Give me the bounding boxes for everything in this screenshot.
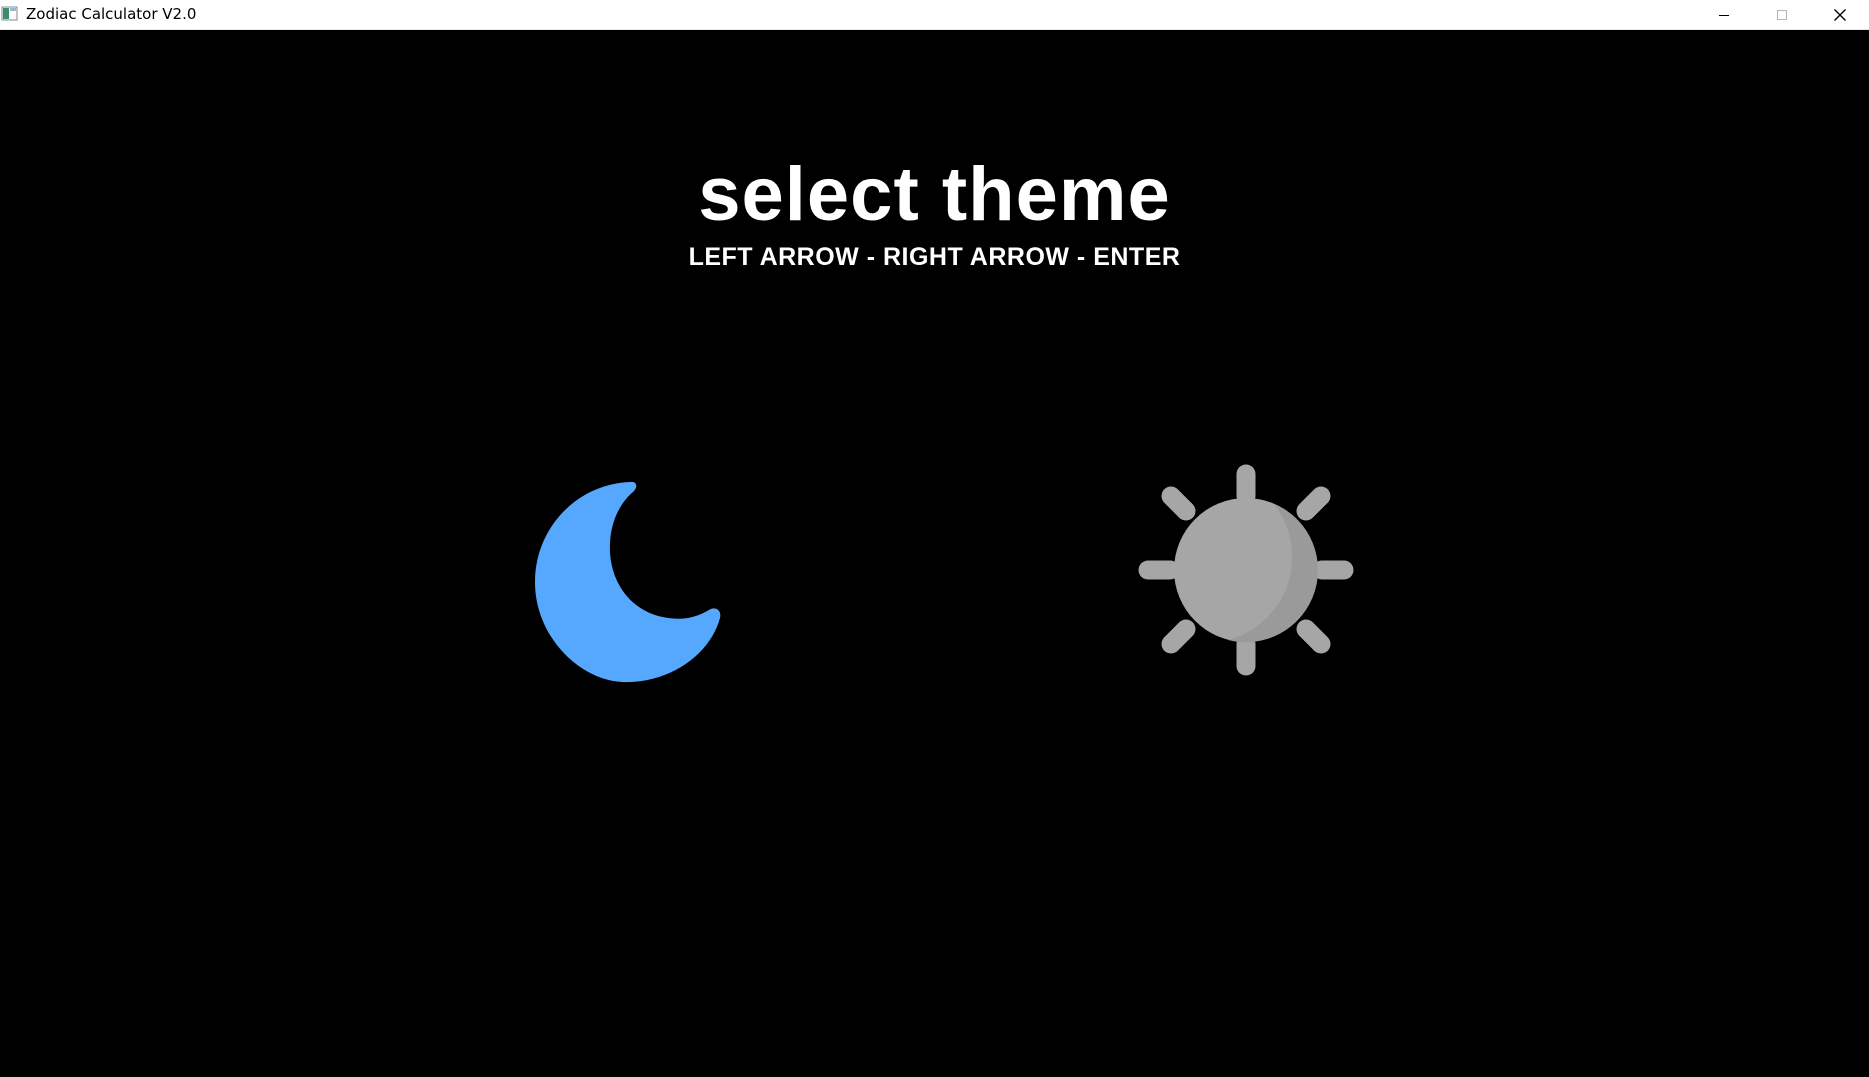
minimize-button[interactable] bbox=[1695, 0, 1753, 30]
maximize-icon bbox=[1777, 10, 1787, 20]
close-button[interactable] bbox=[1811, 0, 1869, 30]
maximize-button[interactable] bbox=[1753, 0, 1811, 30]
moon-icon bbox=[535, 481, 721, 683]
minimize-icon bbox=[1719, 15, 1729, 16]
app-icon bbox=[1, 6, 18, 21]
main-content: select theme LEFT ARROW - RIGHT ARROW - … bbox=[0, 30, 1869, 1077]
light-theme-option[interactable] bbox=[1115, 430, 1375, 710]
page-title: select theme bbox=[698, 152, 1171, 237]
instructions-text: LEFT ARROW - RIGHT ARROW - ENTER bbox=[688, 243, 1181, 271]
sun-icon bbox=[1138, 464, 1354, 676]
dark-theme-option[interactable] bbox=[515, 450, 730, 690]
close-icon bbox=[1834, 9, 1846, 21]
app-window: Zodiac Calculator V2.0 select theme LEFT… bbox=[0, 0, 1869, 1077]
window-title: Zodiac Calculator V2.0 bbox=[26, 5, 197, 23]
title-bar[interactable]: Zodiac Calculator V2.0 bbox=[0, 0, 1869, 30]
